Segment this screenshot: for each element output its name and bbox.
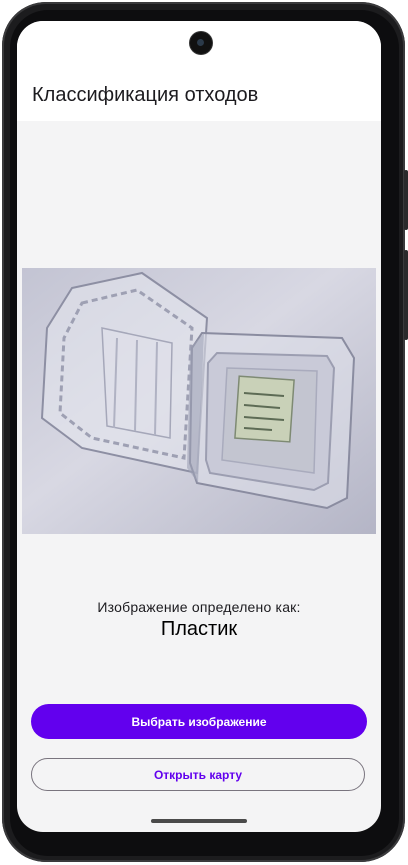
volume-button (404, 250, 408, 340)
pick-image-button[interactable]: Выбрать изображение (31, 704, 367, 739)
result-label: Изображение определено как: (97, 599, 301, 615)
gesture-nav-handle[interactable] (151, 819, 247, 823)
classified-image[interactable] (22, 268, 376, 534)
front-camera-icon (190, 32, 212, 54)
power-button (404, 170, 408, 230)
app-screen: Классификация отходов Изображение опреде… (17, 21, 381, 832)
result-value: Пластик (160, 618, 238, 640)
plastic-container-photo-icon (22, 268, 376, 534)
app-title: Классификация отходов (32, 84, 259, 106)
open-map-button[interactable]: Открыть карту (31, 758, 365, 791)
device: Классификация отходов Изображение опреде… (0, 0, 408, 865)
